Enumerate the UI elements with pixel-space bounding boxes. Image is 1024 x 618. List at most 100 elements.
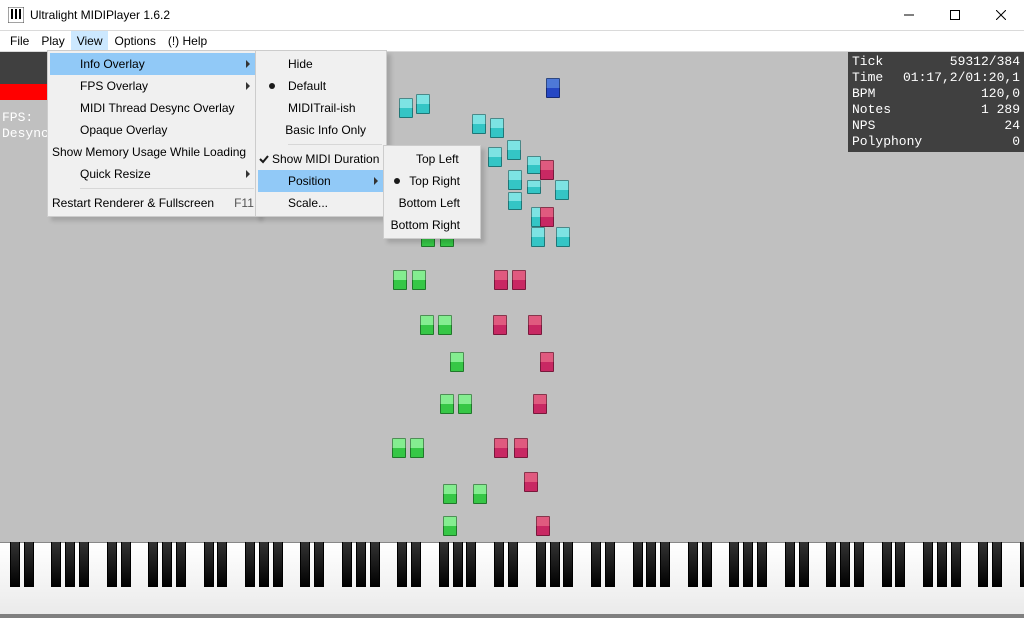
black-key[interactable]: [204, 542, 214, 587]
bpm-value: 120,0: [981, 86, 1020, 102]
black-key[interactable]: [646, 542, 656, 587]
menu-help[interactable]: (!) Help: [162, 31, 213, 51]
menu-view[interactable]: View: [71, 31, 109, 51]
black-key[interactable]: [453, 542, 463, 587]
poly-label: Polyphony: [852, 134, 922, 150]
black-key[interactable]: [342, 542, 352, 587]
menu-play[interactable]: Play: [35, 31, 70, 51]
nps-label: NPS: [852, 118, 875, 134]
menu-default[interactable]: Default: [258, 75, 384, 97]
midi-note: [438, 315, 452, 335]
black-key[interactable]: [356, 542, 366, 587]
black-key[interactable]: [439, 542, 449, 587]
black-key[interactable]: [785, 542, 795, 587]
black-key[interactable]: [536, 542, 546, 587]
midi-note: [528, 315, 542, 335]
menu-quick-resize[interactable]: Quick Resize: [50, 163, 256, 185]
black-key[interactable]: [107, 542, 117, 587]
black-key[interactable]: [605, 542, 615, 587]
black-key[interactable]: [411, 542, 421, 587]
black-key[interactable]: [79, 542, 89, 587]
black-key[interactable]: [466, 542, 476, 587]
black-key[interactable]: [757, 542, 767, 587]
menu-restart-renderer[interactable]: Restart Renderer & FullscreenF11: [50, 192, 256, 214]
black-key[interactable]: [259, 542, 269, 587]
black-key[interactable]: [300, 542, 310, 587]
black-key[interactable]: [937, 542, 947, 587]
midi-note: [540, 207, 554, 227]
black-key[interactable]: [121, 542, 131, 587]
black-key[interactable]: [176, 542, 186, 587]
menu-opaque-overlay[interactable]: Opaque Overlay: [50, 119, 256, 141]
visualizer-canvas: FPS: Desync Tick59312/384 Time01:17,2/01…: [0, 52, 1024, 618]
midi-note: [536, 516, 550, 536]
black-key[interactable]: [854, 542, 864, 587]
black-key[interactable]: [660, 542, 670, 587]
black-key[interactable]: [688, 542, 698, 587]
black-key[interactable]: [162, 542, 172, 587]
black-key[interactable]: [743, 542, 753, 587]
black-key[interactable]: [508, 542, 518, 587]
black-key[interactable]: [895, 542, 905, 587]
window-title: Ultralight MIDIPlayer 1.6.2: [30, 8, 170, 22]
midi-note: [531, 227, 545, 247]
midi-note: [472, 114, 486, 134]
black-key[interactable]: [1020, 542, 1024, 587]
menu-show-memory[interactable]: Show Memory Usage While Loading: [50, 141, 256, 163]
menu-scale[interactable]: Scale...: [258, 192, 384, 214]
midi-note: [512, 270, 526, 290]
midi-note: [546, 78, 560, 98]
menu-hide[interactable]: Hide: [258, 53, 384, 75]
black-key[interactable]: [563, 542, 573, 587]
black-key[interactable]: [840, 542, 850, 587]
black-key[interactable]: [799, 542, 809, 587]
menu-show-duration[interactable]: Show MIDI Duration: [258, 148, 384, 170]
menu-miditrail[interactable]: MIDITrail-ish: [258, 97, 384, 119]
black-key[interactable]: [24, 542, 34, 587]
midi-note: [524, 472, 538, 492]
black-key[interactable]: [148, 542, 158, 587]
menu-fps-overlay[interactable]: FPS Overlay: [50, 75, 256, 97]
black-key[interactable]: [217, 542, 227, 587]
menu-midi-desync[interactable]: MIDI Thread Desync Overlay: [50, 97, 256, 119]
close-button[interactable]: [978, 0, 1024, 30]
menu-position[interactable]: Position: [258, 170, 384, 192]
menu-bottom-left[interactable]: Bottom Left: [386, 192, 478, 214]
black-key[interactable]: [702, 542, 712, 587]
black-key[interactable]: [370, 542, 380, 587]
black-key[interactable]: [882, 542, 892, 587]
black-key[interactable]: [273, 542, 283, 587]
black-key[interactable]: [494, 542, 504, 587]
notes-label: Notes: [852, 102, 891, 118]
black-key[interactable]: [314, 542, 324, 587]
black-key[interactable]: [951, 542, 961, 587]
menu-top-left[interactable]: Top Left: [386, 148, 478, 170]
black-key[interactable]: [729, 542, 739, 587]
black-key[interactable]: [978, 542, 988, 587]
menu-top-right[interactable]: Top Right: [386, 170, 478, 192]
midi-note: [508, 192, 522, 210]
midi-note: [458, 394, 472, 414]
black-key[interactable]: [245, 542, 255, 587]
black-key[interactable]: [51, 542, 61, 587]
black-key[interactable]: [591, 542, 601, 587]
menu-options[interactable]: Options: [108, 31, 161, 51]
black-key[interactable]: [10, 542, 20, 587]
maximize-button[interactable]: [932, 0, 978, 30]
black-key[interactable]: [550, 542, 560, 587]
midi-note: [443, 484, 457, 504]
menu-info-overlay[interactable]: Info Overlay: [50, 53, 256, 75]
black-key[interactable]: [826, 542, 836, 587]
midi-note: [416, 94, 430, 114]
info-overlay-dropdown: Hide Default MIDITrail-ish Basic Info On…: [255, 50, 387, 217]
black-key[interactable]: [397, 542, 407, 587]
black-key[interactable]: [992, 542, 1002, 587]
menu-basic-info[interactable]: Basic Info Only: [258, 119, 384, 141]
menu-bottom-right[interactable]: Bottom Right: [386, 214, 478, 236]
black-key[interactable]: [65, 542, 75, 587]
minimize-button[interactable]: [886, 0, 932, 30]
midi-note: [393, 270, 407, 290]
menu-file[interactable]: File: [4, 31, 35, 51]
black-key[interactable]: [633, 542, 643, 587]
black-key[interactable]: [923, 542, 933, 587]
